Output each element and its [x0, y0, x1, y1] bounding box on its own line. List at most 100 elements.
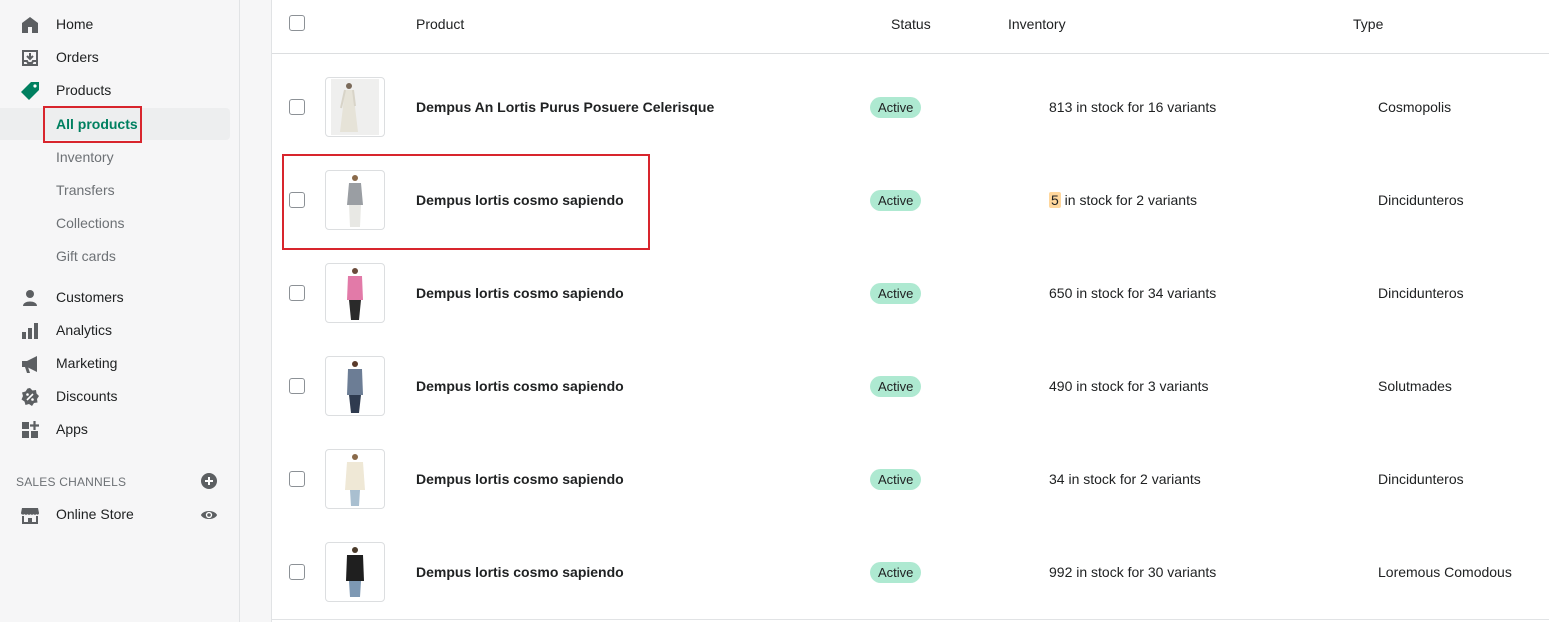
sales-channels-title: SALES CHANNELS — [16, 475, 127, 489]
sub-item-label: Inventory — [56, 149, 114, 165]
inventory-detail: in stock for 2 variants — [1064, 471, 1201, 487]
nav-label: Apps — [56, 421, 88, 437]
product-image — [347, 268, 363, 320]
table-row[interactable]: Dempus lortis cosmo sapiendo Active 650 … — [272, 247, 1549, 341]
table-row[interactable]: Dempus lortis cosmo sapiendo Active 490 … — [272, 340, 1549, 434]
nav-label: Orders — [56, 49, 99, 65]
product-type: Dincidunteros — [1378, 285, 1464, 301]
inventory-detail: in stock for 2 variants — [1060, 192, 1197, 208]
inventory-text: 34 in stock for 2 variants — [1049, 471, 1201, 487]
highlight-all-products — [43, 106, 142, 143]
product-thumbnail — [325, 263, 385, 323]
eye-icon[interactable] — [200, 506, 218, 524]
nav-item-home[interactable]: Home — [0, 8, 239, 40]
header-type[interactable]: Type — [1353, 16, 1383, 32]
nav-item-products[interactable]: Products — [0, 74, 239, 106]
megaphone-icon — [22, 356, 37, 373]
product-image — [347, 361, 363, 413]
product-image — [346, 547, 364, 597]
nav-item-marketing[interactable]: Marketing — [0, 347, 239, 379]
product-name[interactable]: Dempus lortis cosmo sapiendo — [416, 564, 624, 580]
nav-item-discounts[interactable]: Discounts — [0, 380, 239, 412]
home-icon — [22, 17, 38, 33]
select-all-checkbox[interactable] — [289, 15, 305, 31]
inventory-detail: in stock for 30 variants — [1072, 564, 1217, 580]
inventory-text: 813 in stock for 16 variants — [1049, 99, 1216, 115]
product-name[interactable]: Dempus An Lortis Purus Posuere Celerisqu… — [416, 99, 714, 115]
sub-item-transfers[interactable]: Transfers — [0, 174, 239, 206]
product-type: Solutmades — [1378, 378, 1452, 394]
inventory-count: 813 — [1049, 99, 1073, 115]
inventory-text: 490 in stock for 3 variants — [1049, 378, 1209, 394]
sub-item-gift-cards[interactable]: Gift cards — [0, 240, 239, 272]
apps-icon — [22, 421, 39, 438]
row-checkbox[interactable] — [289, 564, 305, 580]
product-thumbnail — [325, 449, 385, 509]
sub-item-inventory[interactable]: Inventory — [0, 141, 239, 173]
nav-label: Home — [56, 16, 94, 32]
product-type: Cosmopolis — [1378, 99, 1452, 115]
table-row[interactable]: Dempus An Lortis Purus Posuere Celerisqu… — [272, 61, 1549, 155]
product-thumbnail — [325, 356, 385, 416]
inventory-count: 650 — [1049, 285, 1073, 301]
status-badge: Active — [870, 562, 922, 583]
inventory-count: 490 — [1049, 378, 1073, 394]
status-badge: Active — [870, 283, 922, 304]
row-checkbox[interactable] — [289, 99, 305, 115]
discount-icon — [21, 388, 39, 406]
tag-icon — [21, 82, 39, 100]
inventory-count: 992 — [1049, 564, 1073, 580]
status-badge: Active — [870, 97, 922, 118]
inventory-detail: in stock for 16 variants — [1072, 99, 1217, 115]
table-row[interactable]: Dempus lortis cosmo sapiendo Active 34 i… — [272, 433, 1549, 527]
nav-label: Customers — [56, 289, 124, 305]
sidebar: Home Orders Products All products Invent… — [0, 0, 240, 622]
sub-item-label: Gift cards — [56, 248, 116, 264]
nav-item-apps[interactable]: Apps — [0, 413, 239, 445]
product-name[interactable]: Dempus lortis cosmo sapiendo — [416, 378, 624, 394]
product-type: Loremous Comodous — [1378, 564, 1512, 580]
nav-item-customers[interactable]: Customers — [0, 281, 239, 313]
person-icon — [23, 290, 37, 306]
status-badge: Active — [870, 376, 922, 397]
table-header: Product Status Inventory Type — [272, 0, 1549, 54]
nav-label: Marketing — [56, 355, 118, 371]
product-image — [345, 454, 365, 506]
product-name[interactable]: Dempus lortis cosmo sapiendo — [416, 471, 624, 487]
nav-label: Discounts — [56, 388, 118, 404]
nav-label: Online Store — [56, 506, 134, 522]
sub-item-label: Transfers — [56, 182, 115, 198]
row-checkbox[interactable] — [289, 285, 305, 301]
inventory-text: 5 in stock for 2 variants — [1049, 192, 1197, 208]
orders-icon — [22, 50, 38, 66]
status-badge: Active — [870, 469, 922, 490]
sub-item-collections[interactable]: Collections — [0, 207, 239, 239]
inventory-count: 34 — [1049, 471, 1065, 487]
header-status[interactable]: Status — [891, 16, 931, 32]
nav-item-analytics[interactable]: Analytics — [0, 314, 239, 346]
inventory-text: 650 in stock for 34 variants — [1049, 285, 1216, 301]
low-stock-count: 5 — [1049, 192, 1061, 208]
row-checkbox[interactable] — [289, 471, 305, 487]
products-table: Product Status Inventory Type Dempus An … — [271, 0, 1549, 622]
table-row[interactable]: Dempus lortis cosmo sapiendo Active 992 … — [272, 526, 1549, 620]
product-thumbnail — [325, 542, 385, 602]
nav-label: Analytics — [56, 322, 113, 338]
product-thumbnail — [325, 77, 385, 137]
sub-item-label: Collections — [56, 215, 125, 231]
product-type: Dincidunteros — [1378, 192, 1464, 208]
inventory-detail: in stock for 34 variants — [1072, 285, 1217, 301]
header-inventory[interactable]: Inventory — [1008, 16, 1066, 32]
status-badge: Active — [870, 190, 922, 211]
highlight-selected-product — [282, 154, 650, 250]
product-name[interactable]: Dempus lortis cosmo sapiendo — [416, 285, 624, 301]
inventory-text: 992 in stock for 30 variants — [1049, 564, 1216, 580]
nav-item-orders[interactable]: Orders — [0, 41, 239, 73]
row-checkbox[interactable] — [289, 378, 305, 394]
add-channel-icon[interactable] — [201, 473, 217, 489]
header-product[interactable]: Product — [416, 16, 464, 32]
inventory-detail: in stock for 3 variants — [1072, 378, 1209, 394]
store-icon — [21, 508, 39, 524]
product-image — [331, 79, 379, 135]
bar-chart-icon — [22, 323, 38, 339]
